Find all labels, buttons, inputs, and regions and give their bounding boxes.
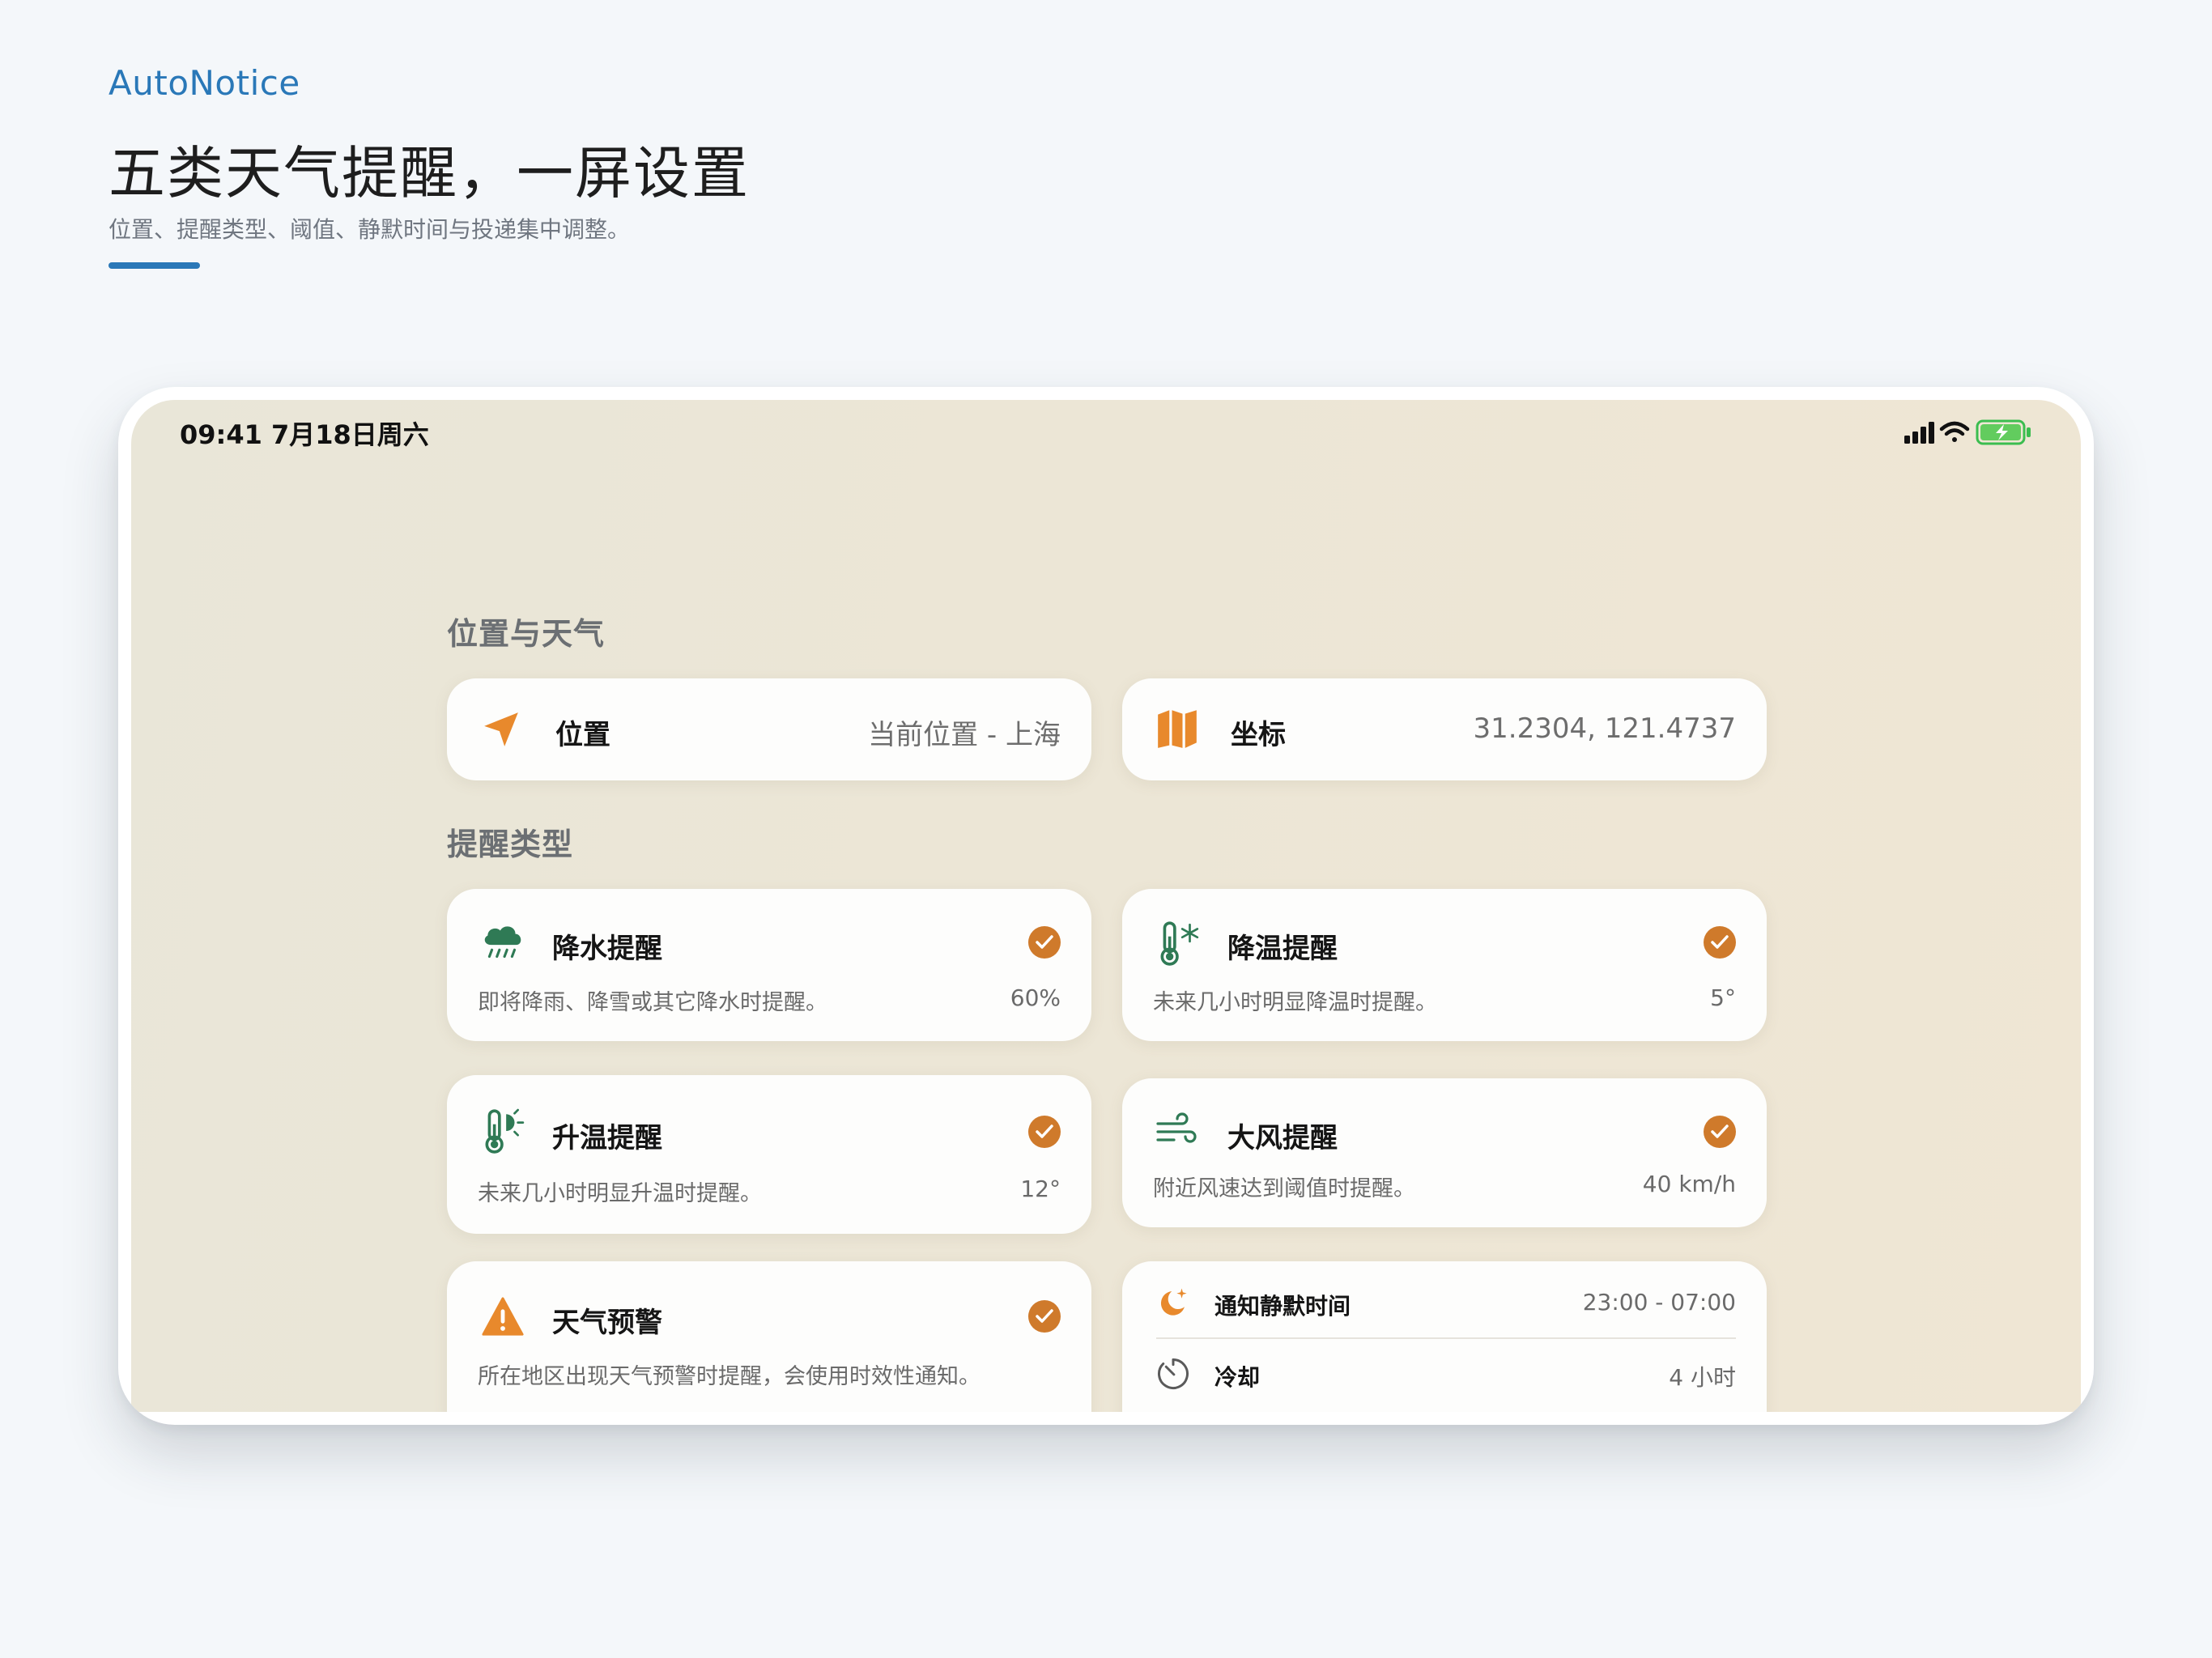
rain-cloud-icon <box>484 926 521 959</box>
alert-card-temp-drop[interactable]: 降温提醒 未来几小时明显降温时提醒。 5° <box>1122 889 1767 1041</box>
ipad-device-frame: 09:41 7月18日周六 位置与天气 位置 当前位置 - 上海 坐标 31.2… <box>118 387 2094 1425</box>
wifi-icon <box>1939 421 1970 442</box>
check-icon[interactable] <box>1704 926 1736 959</box>
alert-title: 大风提醒 <box>1227 1122 1338 1154</box>
quiet-hours-value: 23:00 - 07:00 <box>1582 1289 1736 1316</box>
page-headline: 五类天气提醒，一屏设置 <box>108 140 750 206</box>
cooldown-value: 4 小时 <box>1669 1364 1736 1391</box>
location-row[interactable]: 位置 当前位置 - 上海 <box>447 678 1091 780</box>
alert-title: 降水提醒 <box>552 933 662 965</box>
alert-desc: 即将降雨、降雪或其它降水时提醒。 <box>478 990 827 1015</box>
moon-stars-icon <box>1160 1288 1187 1316</box>
alert-desc: 未来几小时明显升温时提醒。 <box>478 1181 762 1206</box>
quiet-settings-card: 通知静默时间 23:00 - 07:00 冷却 4 小时 <box>1122 1261 1767 1412</box>
check-icon[interactable] <box>1028 1116 1061 1148</box>
status-time: 09:41 7月18日周六 <box>180 419 429 450</box>
quiet-hours-row[interactable]: 通知静默时间 23:00 - 07:00 <box>1122 1261 1767 1336</box>
alert-threshold[interactable]: 12° <box>1020 1175 1061 1202</box>
wind-icon <box>1156 1112 1197 1143</box>
signal-icon <box>1904 422 1934 444</box>
alert-threshold[interactable]: 40 km/h <box>1643 1171 1736 1197</box>
alert-title: 降温提醒 <box>1227 933 1338 965</box>
timer-icon <box>1158 1358 1189 1389</box>
alert-threshold[interactable]: 60% <box>1010 984 1061 1011</box>
brand: AutoNotice <box>108 63 300 103</box>
thermometer-snow-icon <box>1160 921 1199 966</box>
alert-card-weather-warning[interactable]: 天气预警 所在地区出现天气预警时提醒，会使用时效性通知。 <box>447 1261 1091 1412</box>
coordinate-value: 31.2304, 121.4737 <box>1473 712 1736 745</box>
alert-threshold[interactable]: 5° <box>1710 984 1736 1011</box>
alert-card-precipitation[interactable]: 降水提醒 即将降雨、降雪或其它降水时提醒。 60% <box>447 889 1091 1041</box>
quiet-hours-label: 通知静默时间 <box>1214 1293 1351 1320</box>
alert-title: 升温提醒 <box>552 1122 662 1154</box>
section-title-location: 位置与天气 <box>447 616 606 652</box>
location-arrow-icon <box>484 712 518 746</box>
location-value: 当前位置 - 上海 <box>868 719 1061 751</box>
page-subline: 位置、提醒类型、阈值、静默时间与投递集中调整。 <box>108 216 631 243</box>
warning-triangle-icon <box>482 1297 524 1336</box>
cooldown-label: 冷却 <box>1214 1364 1261 1391</box>
battery-charging-icon <box>1976 419 2031 445</box>
alert-desc: 所在地区出现天气预警时提醒，会使用时效性通知。 <box>478 1364 981 1389</box>
check-icon[interactable] <box>1028 926 1061 959</box>
cooldown-row[interactable]: 冷却 4 小时 <box>1122 1339 1767 1412</box>
check-icon[interactable] <box>1704 1116 1736 1148</box>
location-label: 位置 <box>555 719 610 751</box>
alert-card-temp-rise[interactable]: 升温提醒 未来几小时明显升温时提醒。 12° <box>447 1075 1091 1234</box>
thermometer-sun-icon <box>485 1108 525 1154</box>
coordinate-label: 坐标 <box>1231 719 1286 751</box>
app-screen: 09:41 7月18日周六 位置与天气 位置 当前位置 - 上海 坐标 31.2… <box>131 400 2081 1412</box>
map-icon <box>1158 710 1197 748</box>
check-icon[interactable] <box>1028 1300 1061 1333</box>
alert-card-wind[interactable]: 大风提醒 附近风速达到阈值时提醒。 40 km/h <box>1122 1078 1767 1227</box>
status-icons <box>1904 419 2031 445</box>
alert-title: 天气预警 <box>552 1307 662 1339</box>
alert-desc: 未来几小时明显降温时提醒。 <box>1153 990 1437 1015</box>
accent-bar <box>108 262 200 269</box>
coordinate-row[interactable]: 坐标 31.2304, 121.4737 <box>1122 678 1767 780</box>
section-title-types: 提醒类型 <box>447 827 574 862</box>
alert-desc: 附近风速达到阈值时提醒。 <box>1153 1176 1415 1201</box>
